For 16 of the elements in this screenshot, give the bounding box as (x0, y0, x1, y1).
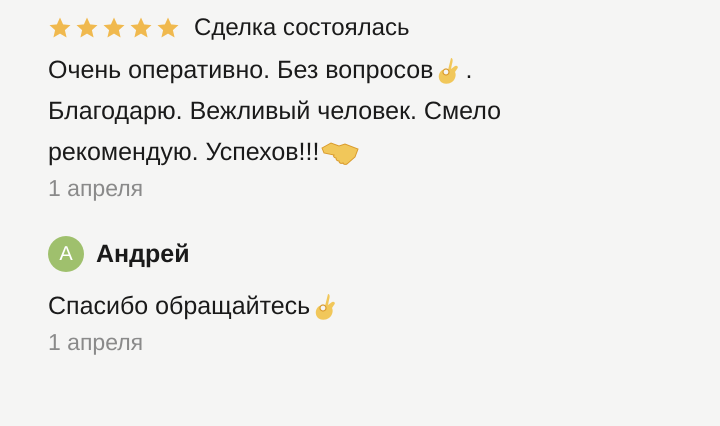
star-icon (48, 16, 72, 40)
review-text: Благодарю. Вежливый человек. Смело (48, 97, 502, 126)
star-icon (102, 16, 126, 40)
review-text: Спасибо обращайтесь (48, 292, 310, 321)
avatar: А (48, 236, 84, 272)
star-icon (156, 16, 180, 40)
author-name: Андрей (96, 240, 190, 268)
handshake-icon (321, 140, 360, 166)
review-text: рекомендую. Успехов!!! (48, 138, 320, 167)
review-date: 1 апреля (48, 175, 144, 202)
deal-status: Сделка состоялась (194, 14, 410, 42)
star-icon (75, 16, 99, 40)
reply-date: 1 апреля (48, 329, 144, 356)
star-icon (129, 16, 153, 40)
review-text: . (465, 56, 472, 85)
review-text: Очень оперативно. Без вопросов (48, 56, 434, 85)
